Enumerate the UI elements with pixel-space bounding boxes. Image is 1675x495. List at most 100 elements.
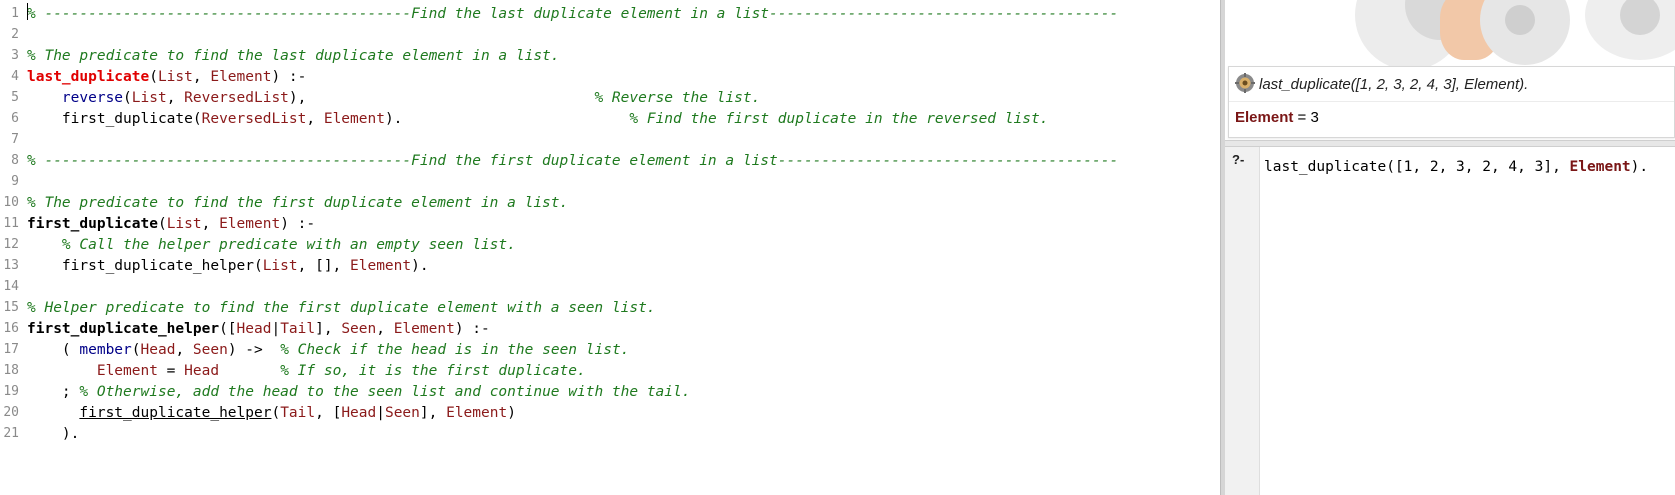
code-token: Tail (280, 321, 316, 337)
code-token: ([ (219, 321, 237, 337)
code-text: first_duplicate_helper(Tail, [Head|Seen]… (27, 402, 516, 424)
query-pane: last_duplicate([1, 2, 3, 2, 4, 3], Eleme… (1225, 0, 1675, 495)
line-number: 21 (3, 426, 19, 441)
line-number: 2 (11, 27, 19, 42)
code-token: % --------------------------------------… (27, 153, 1119, 169)
code-token: Element (219, 216, 281, 232)
code-token: % Call the helper predicate with an empt… (61, 237, 516, 253)
code-text: first_duplicate_helper([Head|Tail], Seen… (27, 318, 490, 340)
line-number: 9 (11, 174, 19, 189)
code-token: , [], (297, 258, 351, 274)
code-token: ( (123, 90, 132, 106)
code-token: , (175, 342, 193, 358)
code-text: first_duplicate_helper(List, [], Element… (27, 255, 429, 277)
code-token: List (157, 69, 193, 85)
code-token: Head (184, 363, 220, 379)
code-token: ], (419, 405, 447, 421)
line-number: 19 (3, 384, 19, 399)
line-number: 10 (3, 195, 19, 210)
result-value: = 3 (1293, 109, 1319, 126)
answer-query-row: last_duplicate([1, 2, 3, 2, 4, 3], Eleme… (1235, 73, 1528, 97)
code-token: ) :- (271, 69, 307, 85)
code-token: ). (27, 426, 80, 442)
code-token: List (166, 216, 202, 232)
line-number: 7 (11, 132, 19, 147)
line-number: 1 (11, 6, 19, 21)
line-number: 5 (11, 90, 19, 105)
code-token: ( (27, 342, 80, 358)
code-text: last_duplicate(List, Element) :- (27, 66, 306, 88)
code-token: ; (27, 384, 80, 400)
code-text: % Call the helper predicate with an empt… (27, 234, 516, 256)
code-text: reverse(List, ReversedList), % Reverse t… (27, 87, 760, 109)
code-token: % Reverse the list. (594, 90, 761, 106)
line-number: 16 (3, 321, 19, 336)
code-token: reverse (61, 90, 124, 106)
code-token: ) (507, 405, 516, 421)
code-token: , (376, 321, 394, 337)
code-text: Element = Head % If so, it is the first … (27, 360, 586, 382)
code-token: Head (140, 342, 176, 358)
query-editor[interactable]: ?- last_duplicate([1, 2, 3, 2, 4, 3], El… (1225, 147, 1675, 495)
code-token: , (192, 69, 211, 85)
code-token: Tail (280, 405, 316, 421)
code-token: , (306, 111, 324, 127)
line-number: 17 (3, 342, 19, 357)
code-text: % --------------------------------------… (27, 150, 1118, 172)
code-token: % Check if the head is in the seen list. (280, 342, 630, 358)
result-variable: Element (1235, 109, 1294, 126)
code-token: ReversedList (201, 111, 307, 127)
code-text: % Helper predicate to find the first dup… (27, 297, 656, 319)
code-token: % Otherwise, add the head to the seen li… (79, 384, 691, 400)
code-token: ], (315, 321, 342, 337)
code-token: ReversedList (184, 90, 289, 106)
query-token: Element (1569, 159, 1631, 175)
code-token: Seen (384, 405, 420, 421)
line-number: 14 (3, 279, 19, 294)
line-number: 11 (3, 216, 19, 231)
code-token: | (376, 405, 385, 421)
code-token: first_duplicate_helper (79, 405, 272, 421)
code-text: % --------------------------------------… (27, 3, 1118, 25)
code-token: % --------------------------------------… (27, 6, 1119, 22)
source-editor[interactable]: 1 % -------------------------------------… (0, 0, 1220, 495)
code-token: Seen (341, 321, 377, 337)
line-number: 12 (3, 237, 19, 252)
code-token: ), (288, 90, 595, 106)
code-token: Head (236, 321, 272, 337)
code-token: Seen (192, 342, 228, 358)
code-token: ( (149, 69, 158, 85)
code-token: , (201, 216, 220, 232)
line-number: 8 (11, 153, 19, 168)
code-token: ). (411, 258, 429, 274)
code-token: % Find the first duplicate in the revers… (629, 111, 1049, 127)
prompt-gutter: ?- (1225, 147, 1260, 495)
answer-query-text: last_duplicate([1, 2, 3, 2, 4, 3], Eleme… (1259, 76, 1529, 93)
query-input[interactable]: last_duplicate([1, 2, 3, 2, 4, 3], Eleme… (1264, 159, 1648, 175)
horizontal-splitter[interactable] (1225, 140, 1675, 147)
prompt-label: ?- (1232, 152, 1245, 167)
gear-icon[interactable] (1235, 73, 1255, 93)
code-token: % The predicate to find the last duplica… (27, 48, 560, 64)
code-text: % The predicate to find the first duplic… (27, 192, 568, 214)
code-token: Element (210, 69, 272, 85)
code-token: | (271, 321, 281, 337)
code-text: first_duplicate(ReversedList, Element). … (27, 108, 1049, 130)
code-text: ( member(Head, Seen) -> % Check if the h… (27, 339, 630, 361)
code-token: last_duplicate (27, 69, 150, 85)
background-decoration (1505, 5, 1535, 35)
code-token: = (157, 363, 185, 379)
code-token: , (166, 90, 185, 106)
code-token: ( (131, 342, 141, 358)
code-token: Head (341, 405, 377, 421)
text-caret (27, 3, 28, 20)
code-token: Element (350, 258, 412, 274)
line-number: 13 (3, 258, 19, 273)
code-text: % The predicate to find the last duplica… (27, 45, 560, 67)
code-token: Element (393, 321, 455, 337)
line-number: 4 (11, 69, 19, 84)
